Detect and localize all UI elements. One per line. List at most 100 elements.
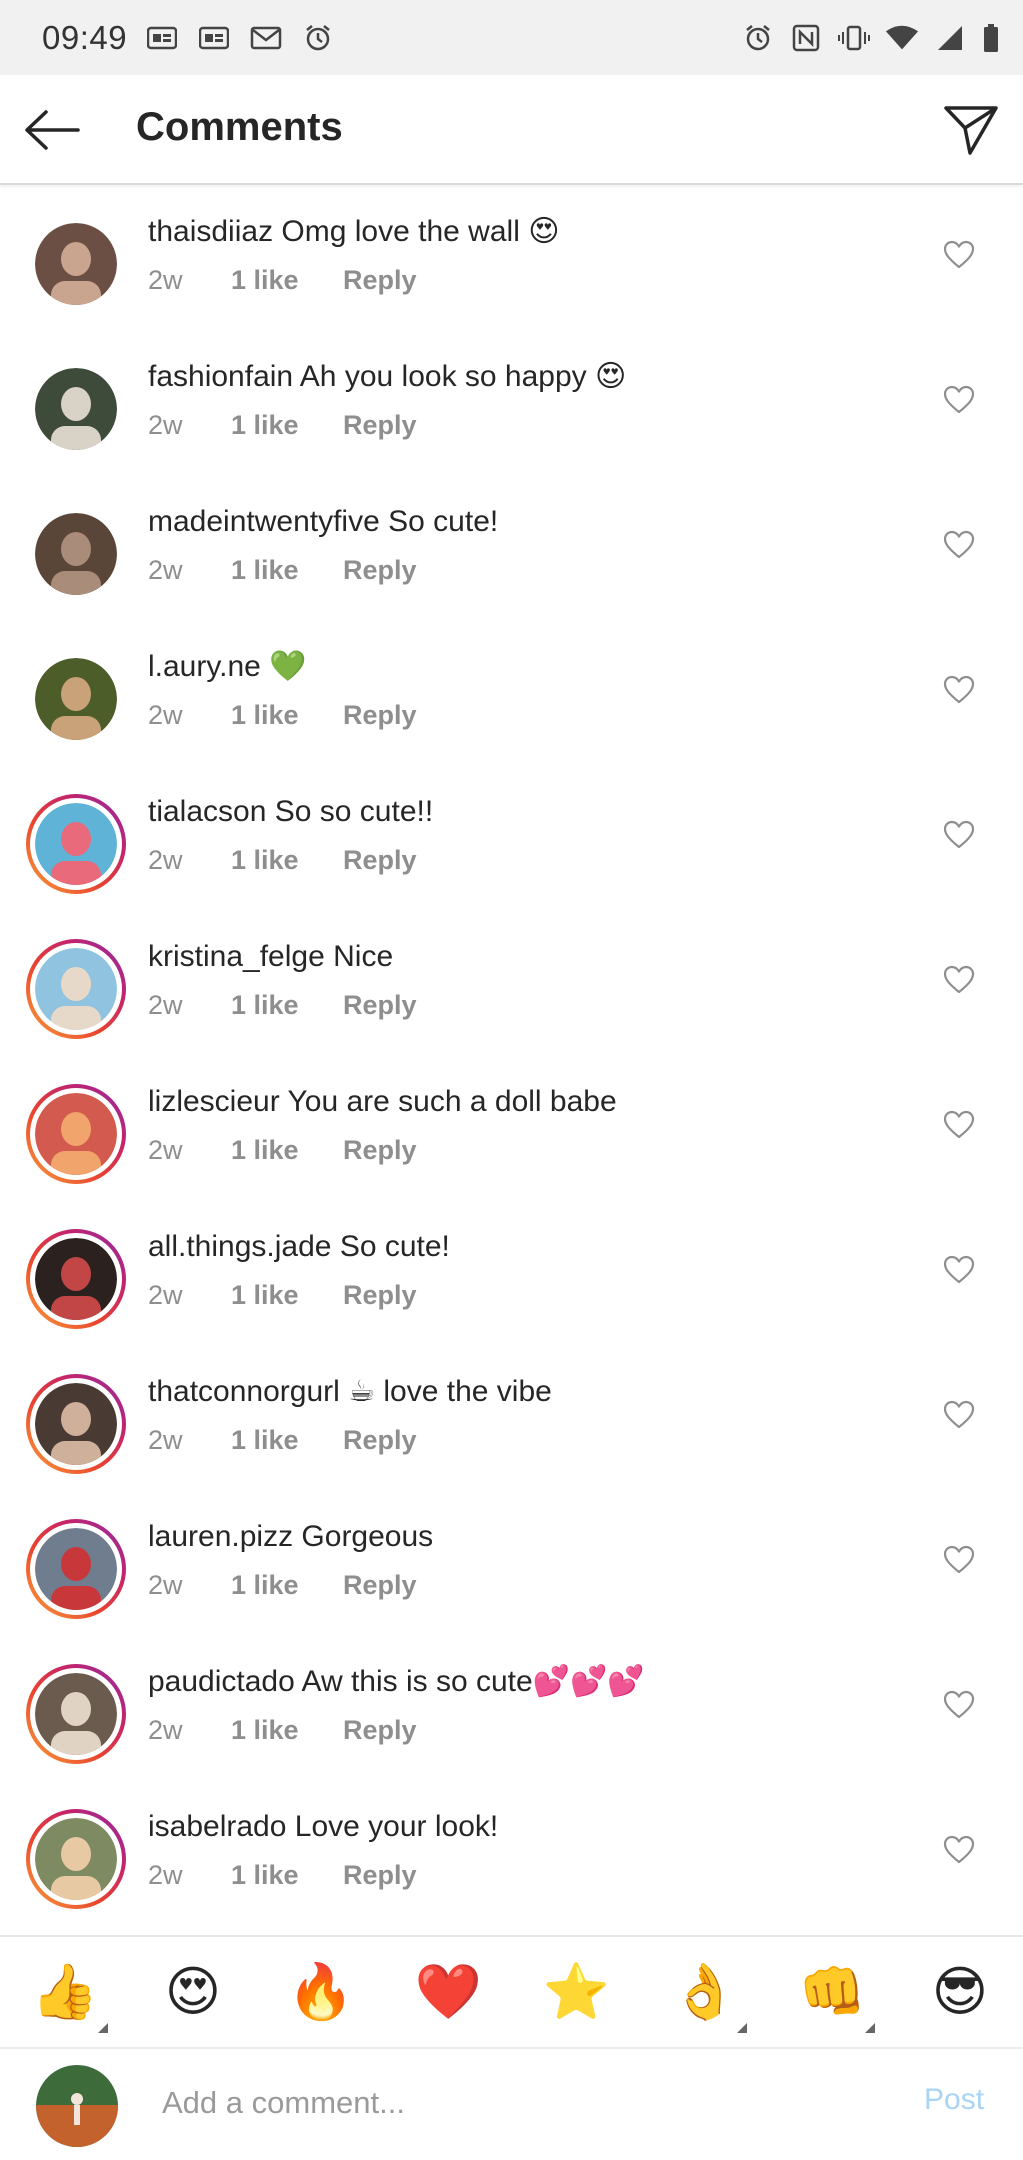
commenter-avatar[interactable] <box>26 359 126 459</box>
comment-time: 2w <box>148 265 183 295</box>
comment-likes[interactable]: 1 like <box>231 697 343 733</box>
emoji-button[interactable]: ⭐ <box>543 1959 610 2025</box>
comment-username[interactable]: lauren.pizz <box>148 1520 293 1553</box>
comment-time: 2w <box>148 1280 183 1310</box>
reply-button[interactable]: Reply <box>343 1712 417 1748</box>
comment-likes[interactable]: 1 like <box>231 1277 343 1313</box>
emoji-button[interactable]: 😎 <box>927 1959 993 2025</box>
like-heart-icon[interactable] <box>943 530 975 560</box>
alarm-icon <box>741 23 775 53</box>
comment-text: So cute! <box>388 505 499 538</box>
avatar-frame <box>35 223 117 305</box>
comment-likes[interactable]: 1 like <box>231 842 343 878</box>
reply-button[interactable]: Reply <box>343 1277 417 1313</box>
like-heart-icon[interactable] <box>943 1690 975 1720</box>
like-heart-icon[interactable] <box>943 1400 975 1430</box>
comment-likes[interactable]: 1 like <box>231 1712 343 1748</box>
commenter-avatar[interactable] <box>26 1664 126 1764</box>
comment-likes[interactable]: 1 like <box>231 552 343 588</box>
comment-line: lauren.pizz Gorgeous <box>148 1517 433 1557</box>
avatar-image <box>35 1673 117 1755</box>
commenter-avatar[interactable] <box>26 214 126 314</box>
comment-likes[interactable]: 1 like <box>231 1132 343 1168</box>
reply-button[interactable]: Reply <box>343 262 417 298</box>
comment-username[interactable]: all.things.jade <box>148 1230 331 1263</box>
comment-username[interactable]: thatconnorgurl <box>148 1375 340 1408</box>
comment-item: paudictado Aw this is so cute💕💕💕 2w 1 li… <box>0 1637 1023 1782</box>
comment-meta: 2w 1 like Reply <box>148 1277 417 1313</box>
like-heart-icon[interactable] <box>943 1110 975 1140</box>
nfc-icon <box>789 23 823 53</box>
comment-text: Gorgeous <box>301 1520 434 1553</box>
reply-button[interactable]: Reply <box>343 1857 417 1893</box>
reply-button[interactable]: Reply <box>343 1422 417 1458</box>
comment-meta: 2w 1 like Reply <box>148 697 417 733</box>
commenter-avatar[interactable] <box>26 1519 126 1619</box>
like-heart-icon[interactable] <box>943 675 975 705</box>
back-button[interactable] <box>22 103 82 157</box>
like-heart-icon[interactable] <box>943 965 975 995</box>
comment-time: 2w <box>148 1570 183 1600</box>
commenter-avatar[interactable] <box>26 1084 126 1184</box>
emoji-button[interactable]: 👊 <box>798 1959 876 2033</box>
comment-item: kristina_felge Nice 2w 1 like Reply <box>0 912 1023 1057</box>
comment-username[interactable]: kristina_felge <box>148 940 325 973</box>
avatar-frame <box>35 368 117 450</box>
comment-username[interactable]: lizlescieur <box>148 1085 280 1118</box>
comment-likes[interactable]: 1 like <box>231 987 343 1023</box>
emoji-button[interactable]: 👍 <box>31 1959 108 2033</box>
reply-button[interactable]: Reply <box>343 407 417 443</box>
commenter-avatar[interactable] <box>26 504 126 604</box>
reply-button[interactable]: Reply <box>343 842 417 878</box>
avatar-frame <box>30 1233 122 1325</box>
emoji-button[interactable]: 🔥 <box>287 1959 354 2025</box>
commenter-avatar[interactable] <box>26 794 126 894</box>
like-heart-icon[interactable] <box>943 385 975 415</box>
like-heart-icon[interactable] <box>943 820 975 850</box>
emoji-button[interactable]: 👌 <box>671 1959 748 2033</box>
comment-username[interactable]: isabelrado <box>148 1810 286 1843</box>
commenter-avatar[interactable] <box>26 1809 126 1909</box>
avatar-frame <box>30 1088 122 1180</box>
comment-line: fashionfain Ah you look so happy 😍 <box>148 357 626 397</box>
post-button[interactable]: Post <box>924 2083 984 2117</box>
commenter-avatar[interactable] <box>26 649 126 749</box>
status-bar: 09:49 <box>0 0 1023 75</box>
comment-username[interactable]: thaisdiiaz <box>148 215 273 248</box>
comment-text: So cute! <box>339 1230 450 1263</box>
comment-username[interactable]: paudictado <box>148 1665 295 1698</box>
like-heart-icon[interactable] <box>943 1835 975 1865</box>
comment-username[interactable]: tialacson <box>148 795 266 828</box>
send-button[interactable] <box>941 101 1001 159</box>
reply-button[interactable]: Reply <box>343 987 417 1023</box>
like-heart-icon[interactable] <box>943 1545 975 1575</box>
comment-meta: 2w 1 like Reply <box>148 407 417 443</box>
comment-username[interactable]: madeintwentyfive <box>148 505 380 538</box>
commenter-avatar[interactable] <box>26 939 126 1039</box>
commenter-avatar[interactable] <box>26 1229 126 1329</box>
comment-time: 2w <box>148 1135 183 1165</box>
status-time: 09:49 <box>42 18 128 56</box>
comment-input[interactable] <box>162 2079 862 2127</box>
emoji-variants-indicator-icon <box>737 2023 748 2033</box>
reply-button[interactable]: Reply <box>343 552 417 588</box>
emoji-button[interactable]: ❤️ <box>415 1959 482 2025</box>
comment-username[interactable]: fashionfain <box>148 360 293 393</box>
reply-button[interactable]: Reply <box>343 1132 417 1168</box>
emoji-button[interactable]: 😍 <box>160 1959 226 2025</box>
comment-likes[interactable]: 1 like <box>231 1567 343 1603</box>
comment-likes[interactable]: 1 like <box>231 1422 343 1458</box>
reply-button[interactable]: Reply <box>343 1567 417 1603</box>
comment-likes[interactable]: 1 like <box>231 1857 343 1893</box>
comment-likes[interactable]: 1 like <box>231 262 343 298</box>
comment-line: all.things.jade So cute! <box>148 1227 450 1267</box>
reply-button[interactable]: Reply <box>343 697 417 733</box>
comment-text: Nice <box>333 940 394 973</box>
comment-likes[interactable]: 1 like <box>231 407 343 443</box>
like-heart-icon[interactable] <box>943 240 975 270</box>
comment-line: thatconnorgurl ☕ love the vibe <box>148 1372 552 1412</box>
comment-username[interactable]: l.aury.ne <box>148 650 261 683</box>
commenter-avatar[interactable] <box>26 1374 126 1474</box>
like-heart-icon[interactable] <box>943 1255 975 1285</box>
avatar-image <box>35 368 117 450</box>
